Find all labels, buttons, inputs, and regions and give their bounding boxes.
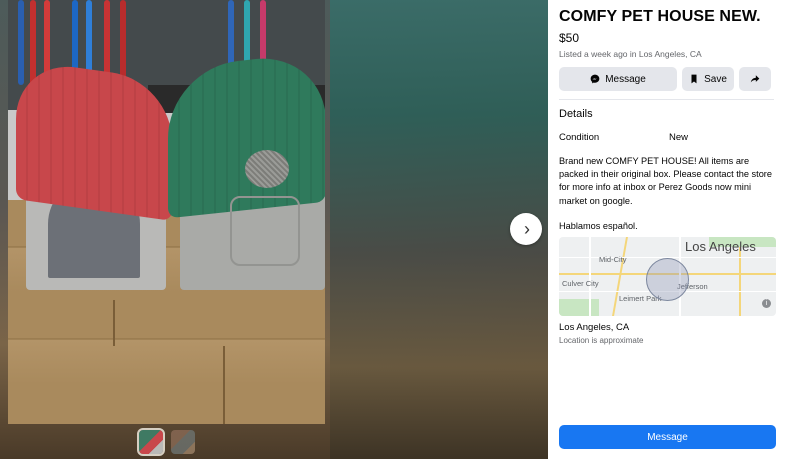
listing-title: COMFY PET HOUSE NEW. [559,8,761,25]
listing-photo[interactable] [8,0,325,424]
language-note: Hablamos español. [559,220,638,231]
location-map[interactable]: Los Angeles Mid-City Culver City Leimert… [559,236,776,316]
photo-leash [30,0,36,85]
bookmark-icon [691,74,697,84]
marketplace-listing: › COMFY PET HOUSE NEW. $50 Listed a week… [0,0,786,459]
green-pet-house-vent [245,150,289,188]
thumbnail-1[interactable] [137,428,165,456]
message-button-label: Message [605,73,646,85]
save-button[interactable]: Save [682,67,734,91]
location-name: Los Angeles, CA [559,321,630,333]
approximate-location-circle [646,257,689,301]
message-seller-button[interactable]: Message [559,425,776,449]
condition-label: Condition [559,132,600,143]
divider [559,99,774,100]
map-city-label: Los Angeles [685,238,756,254]
action-bar: Message Save [559,67,774,91]
share-button[interactable] [739,67,771,91]
thumbnail-2[interactable] [171,430,195,454]
condition-value: New [669,132,689,143]
messenger-icon [590,74,600,84]
photo-leash [18,0,24,85]
photo-leash [120,0,126,85]
floor-seam [113,300,115,346]
green-pet-house-door-panel [230,196,300,266]
map-park-area [559,298,599,316]
listing-description: Brand new COMFY PET HOUSE! All items are… [559,156,772,206]
photo-thumbnails [137,428,195,456]
floor-seam [223,346,225,424]
map-neighborhood-label: Culver City [562,278,599,288]
info-icon[interactable]: i [762,298,771,308]
media-viewer: › [0,0,548,459]
map-neighborhood-label: Mid-City [599,254,627,264]
condition-row: Condition New [559,132,774,143]
location-note: Location is approximate [559,335,644,345]
listing-meta: Listed a week ago in Los Angeles, CA [559,49,702,59]
chevron-right-icon: › [524,218,530,239]
map-highway [612,236,628,316]
save-button-label: Save [704,73,727,85]
listing-price: $50 [559,31,580,45]
map-road [589,236,591,316]
message-button[interactable]: Message [559,67,677,91]
next-photo-button[interactable]: › [510,213,542,245]
listing-details-panel: COMFY PET HOUSE NEW. $50 Listed a week a… [548,0,786,459]
details-heading: Details [559,108,593,120]
share-arrow-icon [750,75,760,83]
